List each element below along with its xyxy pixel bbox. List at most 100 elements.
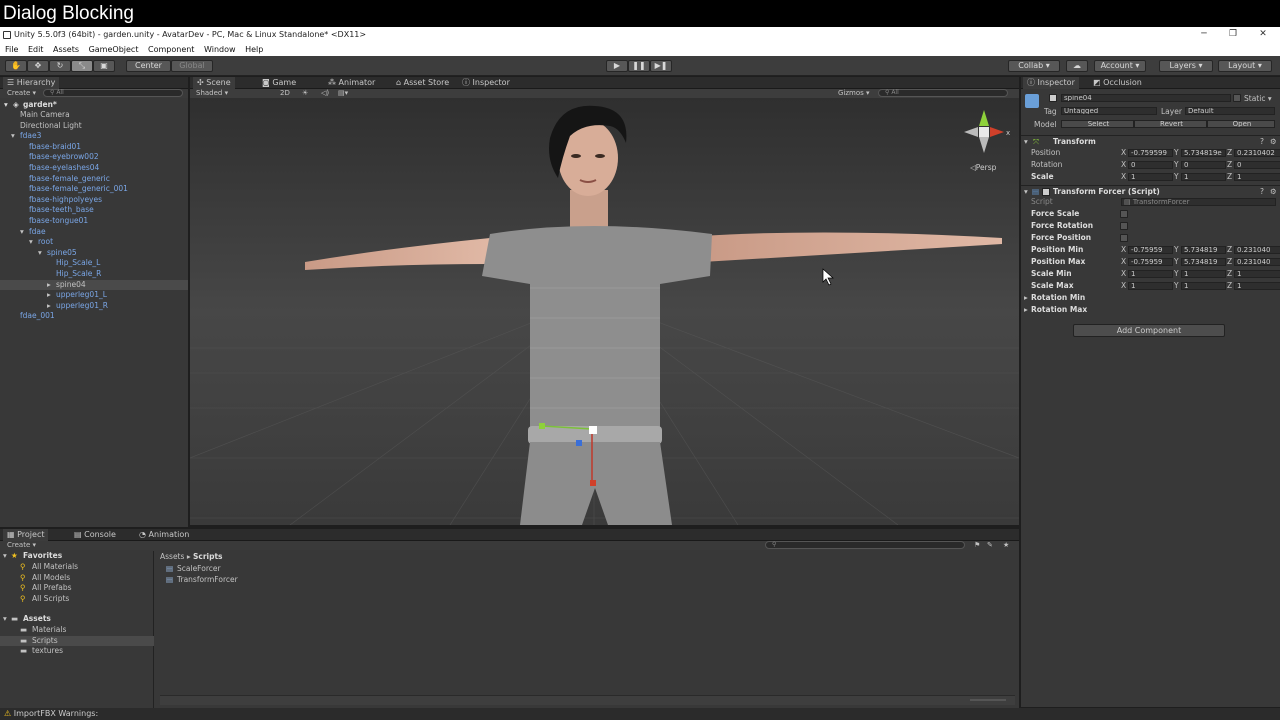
toggle-checkbox[interactable] [1120,234,1128,242]
tab-game[interactable]: ◙ Game [258,77,300,89]
foldout-arrow-icon[interactable]: ▸ [47,301,51,311]
field-y[interactable]: 1 [1181,173,1226,181]
2d-toggle[interactable]: 2D [280,89,290,98]
breadcrumb-assets[interactable]: Assets [160,552,184,561]
field-x[interactable]: -0.759599 [1128,149,1173,157]
rect-tool-button[interactable]: ▣ [93,60,115,72]
scene-viewport[interactable]: x ◁Persp [190,98,1019,525]
field-z[interactable]: 1 [1234,173,1280,181]
hierarchy-item[interactable]: ▾ fdae [0,227,188,237]
hierarchy-item[interactable]: Hip_Scale_R [0,269,188,279]
favorite-star-icon[interactable]: ★ [1003,541,1009,550]
tree-item[interactable]: ▬ Materials [0,625,154,635]
object-name-field[interactable]: spine04 [1061,94,1231,102]
foldout-arrow-icon[interactable]: ▸ [47,290,51,300]
filter-label-icon[interactable]: ✎ [987,541,993,550]
gizmo-y-handle[interactable] [539,423,545,429]
gizmo-x-handle[interactable] [590,480,596,486]
field-z[interactable]: 0.231040 [1234,246,1280,254]
hierarchy-item[interactable]: ▸ upperleg01_R [0,301,188,311]
hierarchy-search-input[interactable]: ⚲ All [43,89,183,97]
tab-scene[interactable]: ✣ Scene [193,77,235,89]
tag-dropdown[interactable]: Untagged [1061,107,1157,115]
field-z[interactable]: 1 [1234,270,1280,278]
model-select-button[interactable]: Select [1061,120,1134,128]
audio-toggle-icon[interactable]: ◁) [321,89,329,98]
asset-file-item[interactable]: ▤ TransformForcer [166,575,366,585]
tab-animation[interactable]: ◔ Animation [135,529,193,541]
menu-window[interactable]: Window [204,45,236,54]
field-x[interactable]: -0.75959 [1128,246,1173,254]
rotate-tool-button[interactable]: ↻ [49,60,71,72]
hierarchy-item[interactable]: fbase-eyebrow002 [0,152,188,162]
field-z[interactable]: 0.2310402 [1234,149,1280,157]
foldout-arrow-icon[interactable]: ▸ [47,280,51,290]
layers-dropdown[interactable]: Layers ▾ [1159,60,1213,72]
layer-dropdown[interactable]: Default [1185,107,1275,115]
close-window-button[interactable]: ✕ [1248,27,1278,43]
tab-inspector-alt[interactable]: ⓘ Inspector [458,77,514,89]
field-y[interactable]: 0 [1181,161,1226,169]
model-revert-button[interactable]: Revert [1134,120,1207,128]
hierarchy-item[interactable]: ▾ spine05 [0,248,188,258]
hierarchy-item[interactable]: ▸ upperleg01_L [0,290,188,300]
icon-size-slider[interactable] [970,699,1006,701]
tab-inspector[interactable]: ⓘ Inspector [1023,77,1079,89]
tab-hierarchy[interactable]: ☰ Hierarchy [3,77,60,89]
field-z[interactable]: 0.231040 [1234,258,1280,266]
gizmos-dropdown[interactable]: Gizmos ▾ [838,89,870,98]
effects-toggle-icon[interactable]: ▤▾ [338,89,348,98]
gizmo-z-handle[interactable] [576,440,582,446]
field-x[interactable]: 1 [1128,270,1173,278]
hierarchy-item[interactable]: fdae_001 [0,311,188,321]
gizmo-center-handle[interactable] [589,426,597,434]
field-x[interactable]: 0 [1128,161,1173,169]
scale-tool-button[interactable]: ⤡ [71,60,93,72]
toggle-checkbox[interactable] [1120,222,1128,230]
play-button[interactable]: ▶ [606,60,628,72]
breadcrumb-scripts[interactable]: Scripts [193,552,223,561]
model-open-button[interactable]: Open [1207,120,1275,128]
hierarchy-item[interactable]: ▾ root [0,237,188,247]
static-dropdown[interactable]: Static ▾ [1244,94,1272,103]
toggle-checkbox[interactable] [1120,210,1128,218]
hierarchy-item[interactable]: Directional Light [0,121,188,131]
projection-label[interactable]: ◁Persp [970,163,997,172]
hierarchy-item[interactable]: fbase-tongue01 [0,216,188,226]
move-tool-button[interactable]: ✥ [27,60,49,72]
menu-gameobject[interactable]: GameObject [89,45,139,54]
field-x[interactable]: 1 [1128,173,1173,181]
field-x[interactable]: -0.75959 [1128,258,1173,266]
layout-dropdown[interactable]: Layout ▾ [1218,60,1272,72]
hierarchy-item[interactable]: fbase-teeth_base [0,205,188,215]
hierarchy-item[interactable]: fbase-female_generic [0,174,188,184]
step-button[interactable]: ▶❚ [650,60,672,72]
tab-asset-store[interactable]: ⌂ Asset Store [392,77,453,89]
account-dropdown[interactable]: Account ▾ [1094,60,1146,72]
tree-item[interactable]: ▬ textures [0,646,154,656]
add-component-button[interactable]: Add Component [1073,324,1225,337]
restore-button[interactable]: ❐ [1218,27,1248,43]
pivot-center-button[interactable]: Center [126,60,171,72]
menu-component[interactable]: Component [148,45,194,54]
hierarchy-create-button[interactable]: Create ▾ [7,89,36,98]
cloud-button[interactable]: ☁ [1066,60,1088,72]
menu-file[interactable]: File [5,45,18,54]
foldout-row[interactable]: ▸ Rotation Max [1021,304,1280,316]
foldout-arrow-icon[interactable]: ▾ [20,227,24,237]
hierarchy-item[interactable]: fbase-braid01 [0,142,188,152]
minimize-button[interactable]: ─ [1189,27,1219,43]
field-y[interactable]: 5.734819e [1181,149,1226,157]
scene-search-input[interactable]: ⚲ All [878,89,1008,97]
collab-button[interactable]: Collab ▾ [1008,60,1060,72]
tab-project[interactable]: ▦ Project [3,529,49,541]
field-z[interactable]: 0 [1234,161,1280,169]
active-checkbox[interactable] [1049,94,1057,102]
tab-occlusion[interactable]: ◩ Occlusion [1089,77,1146,89]
foldout-arrow-icon[interactable]: ▾ [38,248,42,258]
shading-mode-dropdown[interactable]: Shaded ▾ [196,89,228,98]
tree-item[interactable]: ▬ Scripts [0,635,154,646]
script-field[interactable]: ▤ TransformForcer [1121,198,1276,206]
foldout-arrow-icon[interactable]: ▾ [11,131,15,141]
favorites-header[interactable]: ▾ ★ Favorites [0,551,154,561]
